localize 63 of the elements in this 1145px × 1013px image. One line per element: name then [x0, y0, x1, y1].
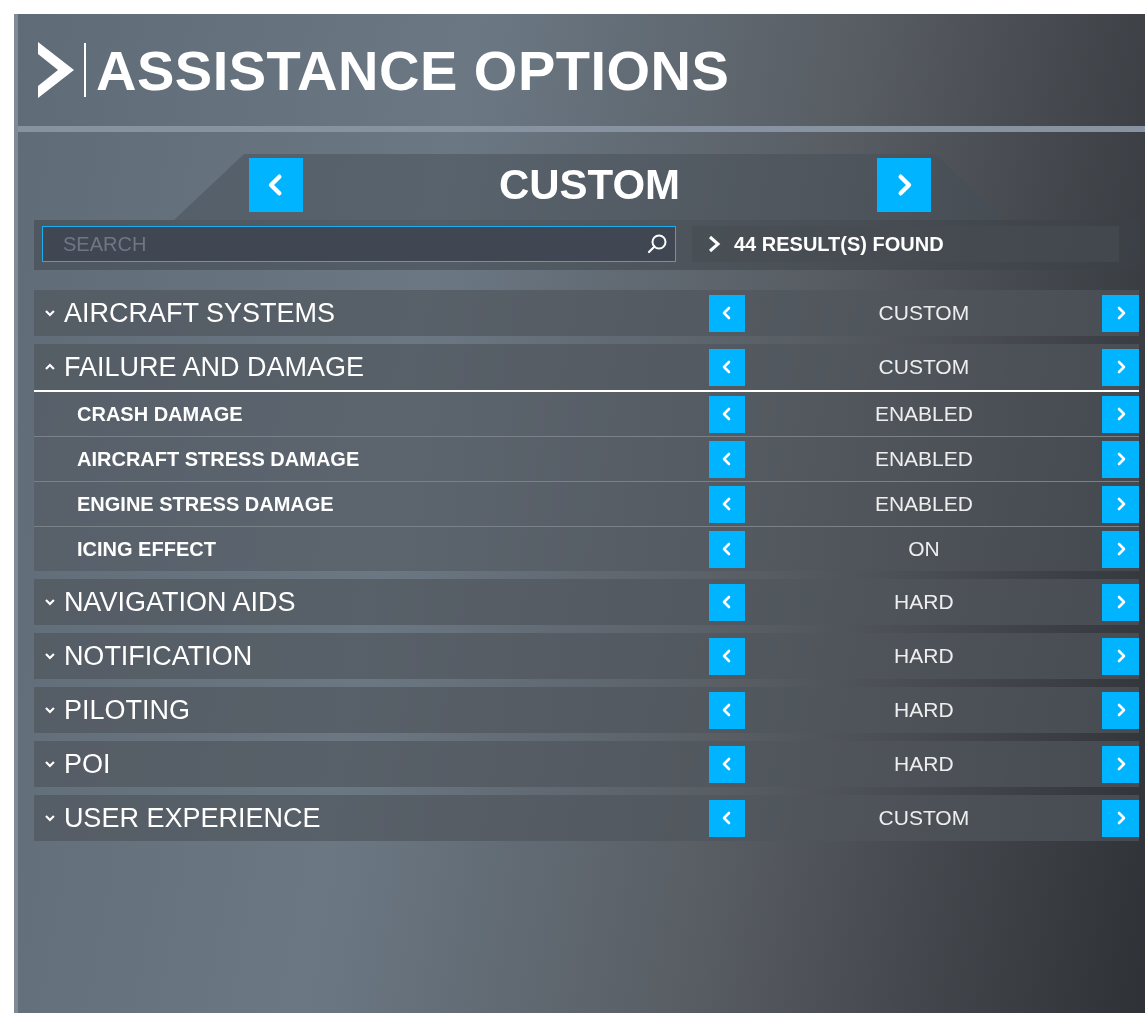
next-button[interactable] — [1102, 799, 1139, 837]
option-value: CUSTOM — [877, 301, 971, 325]
previous-button[interactable] — [708, 395, 746, 433]
results-count: 44 RESULT(S) FOUND — [734, 232, 944, 256]
setting-label: ICING EFFECT — [76, 537, 217, 561]
option-value: CUSTOM — [877, 355, 971, 379]
next-button[interactable] — [1102, 395, 1139, 433]
previous-button[interactable] — [708, 637, 746, 675]
preset-value: CUSTOM — [497, 160, 682, 210]
previous-button[interactable] — [708, 745, 746, 783]
setting-label: CRASH DAMAGE — [76, 402, 244, 426]
option-value: HARD — [893, 698, 955, 722]
category-row[interactable]: NAVIGATION AIDS HARD — [34, 579, 1139, 625]
previous-button[interactable] — [708, 348, 746, 386]
chevron-right-icon — [38, 42, 74, 98]
next-button[interactable] — [1102, 348, 1139, 386]
category-label: POI — [63, 748, 112, 780]
previous-button[interactable] — [708, 440, 746, 478]
category-row[interactable]: POI HARD — [34, 741, 1139, 787]
category-row[interactable]: USER EXPERIENCE CUSTOM — [34, 795, 1139, 841]
setting-label: ENGINE STRESS DAMAGE — [76, 492, 335, 516]
next-button[interactable] — [1102, 440, 1139, 478]
option-value: ENABLED — [873, 492, 974, 516]
previous-button[interactable] — [708, 294, 746, 332]
category-label: AIRCRAFT SYSTEMS — [63, 297, 336, 329]
caret-down-icon — [44, 812, 56, 824]
option-value: HARD — [893, 752, 955, 776]
option-value: HARD — [893, 644, 955, 668]
caret-down-icon — [44, 704, 56, 716]
next-button[interactable] — [1102, 691, 1139, 729]
next-button[interactable] — [1102, 583, 1139, 621]
category-label: NOTIFICATION — [63, 640, 254, 672]
previous-button[interactable] — [708, 691, 746, 729]
next-button[interactable] — [1102, 637, 1139, 675]
next-button[interactable] — [1102, 294, 1139, 332]
category-row[interactable]: PILOTING HARD — [34, 687, 1139, 733]
previous-button[interactable] — [708, 530, 746, 568]
category-label: USER EXPERIENCE — [63, 802, 322, 834]
category-label: NAVIGATION AIDS — [63, 586, 297, 618]
caret-down-icon — [44, 307, 56, 319]
previous-button[interactable] — [708, 799, 746, 837]
category-row[interactable]: FAILURE AND DAMAGE CUSTOM — [34, 344, 1139, 392]
caret-down-icon — [44, 758, 56, 770]
chevron-right-icon — [706, 235, 722, 253]
category-label: PILOTING — [63, 694, 191, 726]
next-button[interactable] — [1102, 485, 1139, 523]
next-button[interactable] — [1102, 745, 1139, 783]
option-value: CUSTOM — [877, 806, 971, 830]
previous-button[interactable] — [708, 485, 746, 523]
category-row[interactable]: AIRCRAFT SYSTEMS CUSTOM — [34, 290, 1139, 336]
next-button[interactable] — [1102, 530, 1139, 568]
category-label: FAILURE AND DAMAGE — [63, 351, 365, 383]
setting-label: AIRCRAFT STRESS DAMAGE — [76, 447, 361, 471]
caret-down-icon — [44, 596, 56, 608]
page-title: ASSISTANCE OPTIONS — [96, 37, 730, 103]
category-row[interactable]: NOTIFICATION HARD — [34, 633, 1139, 679]
option-value: ENABLED — [873, 402, 974, 426]
option-value: ON — [907, 537, 941, 561]
caret-down-icon — [44, 650, 56, 662]
option-value: ENABLED — [873, 447, 974, 471]
search-icon — [646, 233, 668, 255]
previous-button[interactable] — [708, 583, 746, 621]
option-value: HARD — [893, 590, 955, 614]
